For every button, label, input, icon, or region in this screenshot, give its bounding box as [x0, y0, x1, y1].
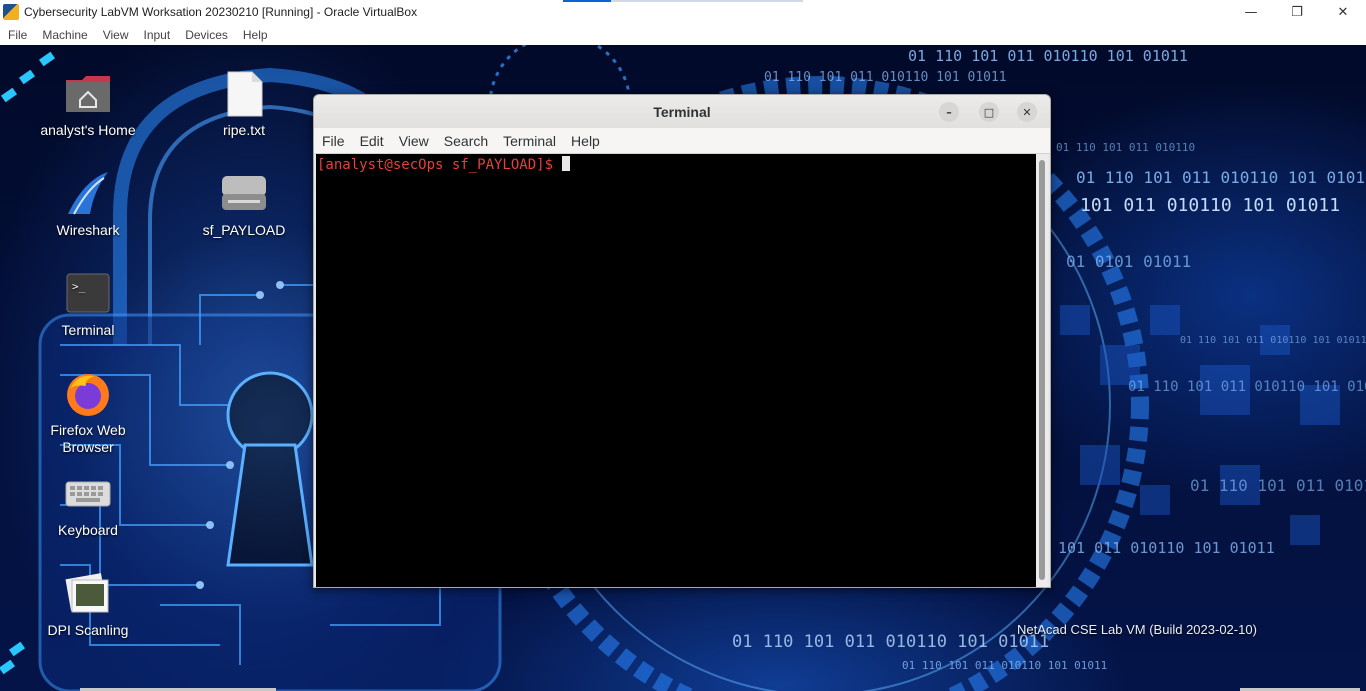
firefox-icon [64, 370, 112, 418]
title-accent [563, 0, 611, 2]
keyboard-icon [64, 470, 112, 518]
menu-help[interactable]: Help [235, 28, 275, 42]
desktop-icon-firefox[interactable]: Firefox Web Browser [38, 370, 138, 456]
terminal-console[interactable]: [analyst@secOps sf_PAYLOAD]$ [316, 154, 1037, 587]
menu-input[interactable]: Input [136, 28, 178, 42]
drive-icon [220, 170, 268, 218]
svg-text:>_: >_ [72, 280, 86, 293]
terminal-menu-view[interactable]: View [391, 133, 436, 149]
menu-machine[interactable]: Machine [34, 28, 94, 42]
vbox-window-controls: — ❐ ✕ [1228, 0, 1366, 24]
terminal-menu-help[interactable]: Help [563, 133, 607, 149]
home-folder-icon [64, 70, 112, 118]
binary-row: 01 0101 01011 [1066, 252, 1191, 271]
desktop-icon-label: DPI Scanling [47, 622, 129, 638]
terminal-minimize-button[interactable]: – [939, 102, 959, 122]
vbox-titlebar: Cybersecurity LabVM Worksation 20230210 … [0, 0, 1366, 24]
binary-row: 01 110 101 011 010110 [1056, 141, 1195, 154]
terminal-window[interactable]: Terminal – □ ✕ File Edit View Search Ter… [313, 94, 1051, 588]
close-button[interactable]: ✕ [1320, 0, 1366, 24]
terminal-scrollbar[interactable] [1036, 154, 1048, 587]
binary-row: 01 110 101 011 010110 101 01011 [1128, 379, 1366, 395]
binary-row: 01 110 101 011 010110 101 01011 [764, 70, 1007, 85]
desktop-icon-dpi-scanling[interactable]: DPI Scanling [38, 570, 138, 639]
vbox-window-title: Cybersecurity LabVM Worksation 20230210 … [24, 5, 418, 19]
vbox-menubar: File Machine View Input Devices Help [0, 24, 1366, 45]
desktop-icon-keyboard[interactable]: Keyboard [38, 470, 138, 539]
terminal-close-button[interactable]: ✕ [1017, 102, 1037, 122]
terminal-title: Terminal [653, 103, 711, 120]
wireshark-icon [64, 170, 112, 218]
desktop-icon-label: ripe.txt [222, 122, 265, 138]
text-file-icon [220, 70, 268, 118]
binary-row: 01 110 101 011 010110 101 01011 [1076, 168, 1366, 187]
binary-row: 01 110 101 011 010110 101 01011 [732, 632, 1049, 652]
desktop-icon-label: Wireshark [56, 222, 120, 238]
scrollbar-thumb[interactable] [1039, 160, 1045, 580]
binary-row: 01 110 101 011 010110 101 01011 [902, 659, 1107, 672]
desktop-icon-wireshark[interactable]: Wireshark [38, 170, 138, 239]
menu-file[interactable]: File [0, 28, 34, 42]
desktop-icon-sf-payload[interactable]: sf_PAYLOAD [194, 170, 294, 239]
desktop-icon-home[interactable]: analyst's Home [38, 70, 138, 139]
desktop-icon-terminal[interactable]: >_ Terminal [38, 270, 138, 339]
terminal-titlebar[interactable]: Terminal – □ ✕ [314, 95, 1050, 128]
desktop-icon-ripe-txt[interactable]: ripe.txt [194, 70, 294, 139]
binary-row: 01 110 101 011 010110 101 01011 [908, 47, 1188, 65]
restore-button[interactable]: ❐ [1274, 0, 1320, 24]
terminal-menu-file[interactable]: File [314, 133, 352, 149]
binary-row: 101 011 010110 101 01011 [1080, 195, 1340, 216]
minimize-button[interactable]: — [1228, 0, 1274, 24]
menu-devices[interactable]: Devices [177, 28, 235, 42]
virtualbox-icon [3, 4, 19, 20]
terminal-maximize-button[interactable]: □ [979, 102, 999, 122]
build-watermark: NetAcad CSE Lab VM (Build 2023-02-10) [1017, 622, 1257, 637]
terminal-app-icon: >_ [64, 270, 112, 318]
dpi-scanning-icon [64, 570, 112, 618]
desktop-icon-label: analyst's Home [40, 122, 136, 138]
terminal-menu-search[interactable]: Search [436, 133, 495, 149]
shell-prompt: [analyst@secOps sf_PAYLOAD]$ [317, 157, 554, 173]
desktop-icon-label: Terminal [61, 322, 115, 338]
menu-view[interactable]: View [95, 28, 136, 42]
terminal-menubar: File Edit View Search Terminal Help [314, 128, 1050, 154]
binary-row: 01 110 101 011 010110 101 01011 [1180, 335, 1366, 346]
desktop-icon-label: Keyboard [58, 522, 118, 538]
desktop-icon-label: sf_PAYLOAD [202, 222, 286, 238]
desktop-icon-label: Firefox Web Browser [50, 422, 126, 455]
terminal-menu-terminal[interactable]: Terminal [495, 133, 563, 149]
text-cursor [562, 156, 571, 171]
title-accent-secondary [611, 0, 803, 2]
binary-row: 101 011 010110 101 01011 [1058, 539, 1275, 557]
terminal-menu-edit[interactable]: Edit [352, 133, 391, 149]
binary-row: 01 110 101 011 010110 101 01011 [1190, 476, 1366, 495]
